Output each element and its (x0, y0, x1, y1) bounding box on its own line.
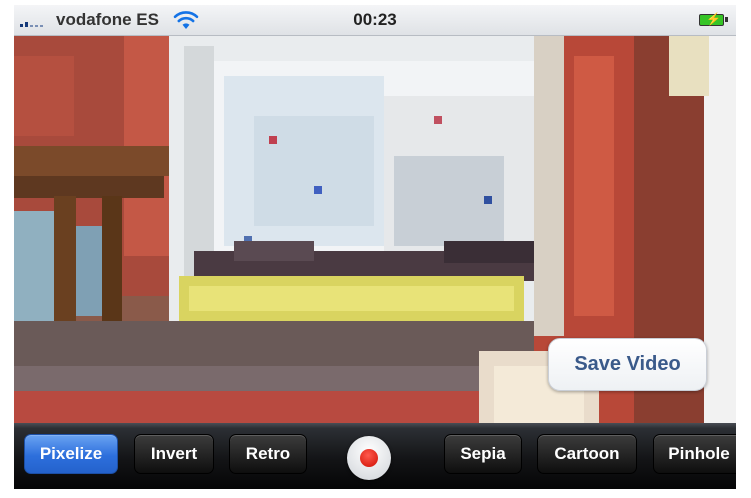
filter-sepia-button[interactable]: Sepia (444, 434, 522, 474)
filter-toolbar: Pixelize Invert Retro Sepia Cartoon Pinh… (14, 423, 736, 489)
record-button[interactable] (347, 436, 391, 480)
filter-invert-button[interactable]: Invert (134, 434, 214, 474)
filter-cartoon-button[interactable]: Cartoon (537, 434, 637, 474)
save-video-button[interactable]: Save Video (548, 338, 707, 391)
status-bar: vodafone ES 00:23 ⚡ (14, 5, 736, 36)
carrier-name: vodafone ES (56, 10, 159, 29)
filter-retro-button[interactable]: Retro (229, 434, 307, 474)
wifi-icon (173, 11, 199, 29)
record-icon (360, 449, 378, 467)
app-screen: vodafone ES 00:23 ⚡ Save Video Pixelize … (14, 5, 736, 489)
camera-preview[interactable]: Save Video (14, 36, 736, 423)
filter-pinhole-button[interactable]: Pinhole (653, 434, 736, 474)
filter-pixelize-button[interactable]: Pixelize (24, 434, 118, 474)
battery-charging-icon: ⚡ (699, 12, 728, 26)
